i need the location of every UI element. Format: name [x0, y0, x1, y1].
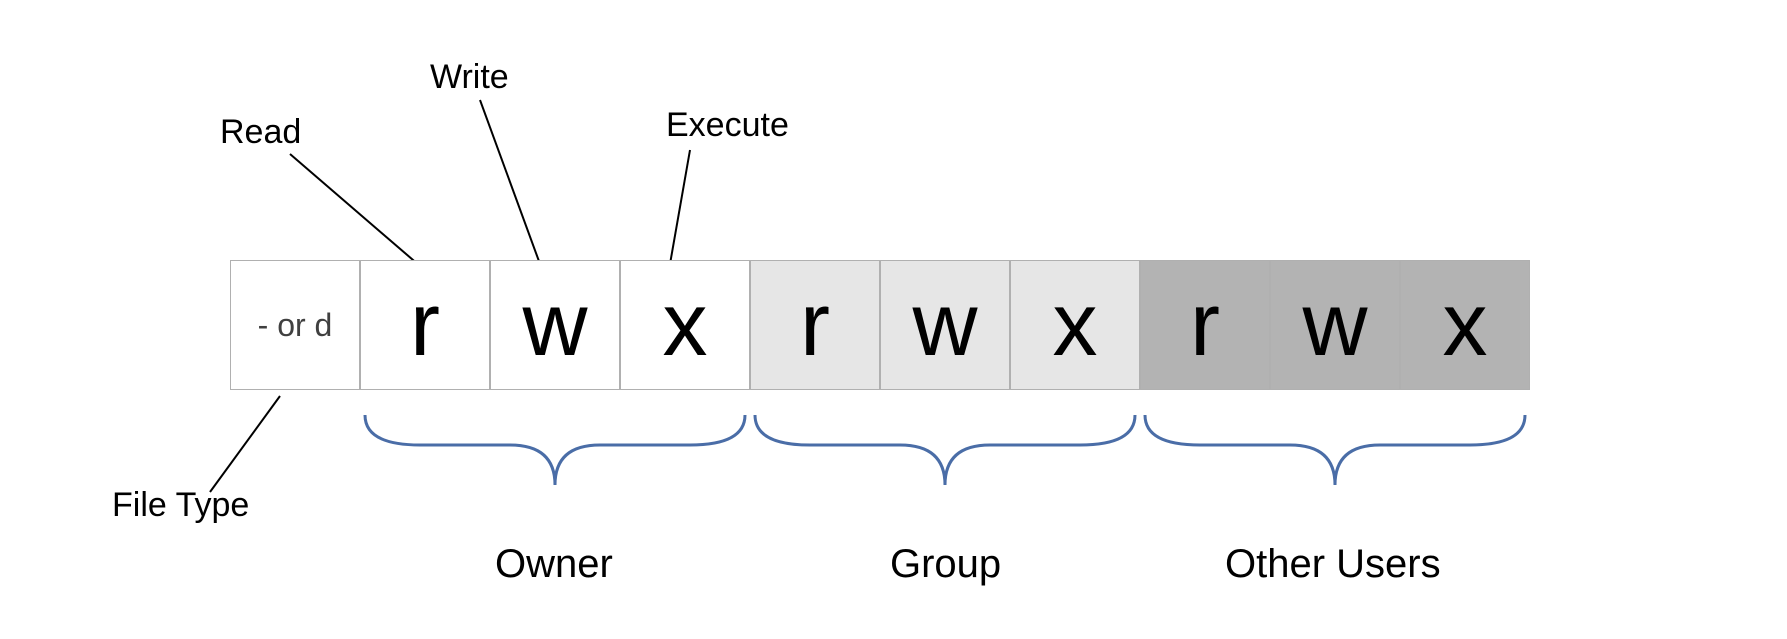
pointer-read — [290, 154, 420, 266]
label-file-type: File Type — [112, 486, 249, 525]
cell-other-x: x — [1400, 260, 1530, 390]
cell-owner-r: r — [360, 260, 490, 390]
cell-other-w: w — [1270, 260, 1400, 390]
cell-owner-w: w — [490, 260, 620, 390]
label-write: Write — [430, 58, 509, 97]
cell-owner-x: x — [620, 260, 750, 390]
group-label-owner: Owner — [495, 542, 613, 587]
pointer-execute — [670, 150, 690, 264]
label-execute: Execute — [666, 106, 789, 145]
group-label-other: Other Users — [1225, 542, 1441, 587]
cell-group-x: x — [1010, 260, 1140, 390]
pointer-write — [480, 100, 540, 264]
pointer-file-type — [210, 396, 280, 492]
cell-file-type: - or d — [230, 260, 360, 390]
brace-owner — [360, 405, 750, 515]
cell-other-r: r — [1140, 260, 1270, 390]
group-label-group: Group — [890, 542, 1001, 587]
brace-group — [750, 405, 1140, 515]
label-read: Read — [220, 113, 301, 152]
brace-other — [1140, 405, 1530, 515]
cell-group-r: r — [750, 260, 880, 390]
cell-group-w: w — [880, 260, 1010, 390]
